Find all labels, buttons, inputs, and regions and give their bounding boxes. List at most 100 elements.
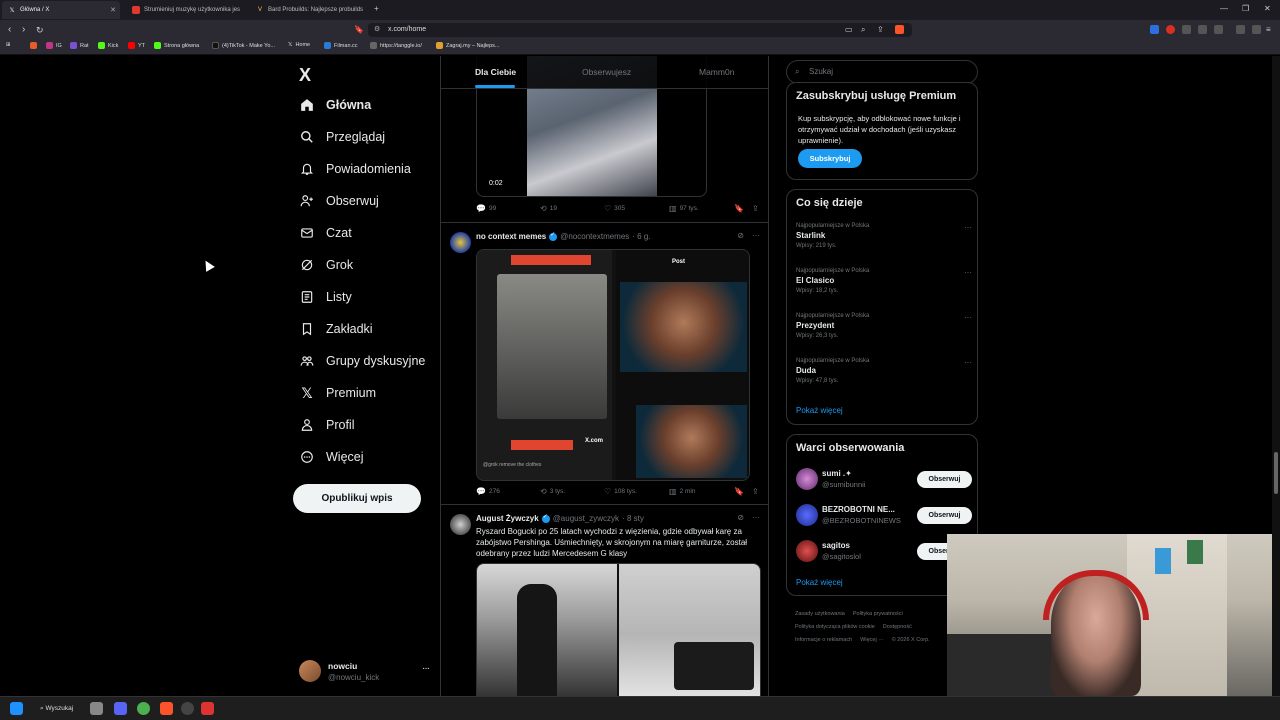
post-media[interactable]: X.com @grok remove the clothes Post — [476, 249, 750, 481]
sidebar-icon[interactable] — [1214, 25, 1223, 34]
address-bar[interactable]: ⚙ x.com/home — [368, 23, 912, 37]
discord-icon[interactable] — [114, 702, 127, 715]
account-switcher[interactable]: nowciu @nowciu_kick ··· — [299, 658, 431, 686]
bookmark-item[interactable]: Zagraj.my – Najleps... — [436, 42, 500, 49]
reply-button[interactable]: 💬 276 — [476, 487, 500, 496]
start-icon[interactable] — [10, 702, 23, 715]
share-icon[interactable]: ⇪ — [877, 24, 884, 36]
author-name[interactable]: August Żywczyk — [476, 514, 539, 523]
close-window-icon[interactable]: ✕ — [1264, 4, 1271, 13]
bookmark-button[interactable]: 🔖 — [734, 487, 744, 496]
record-icon[interactable] — [1166, 25, 1175, 34]
follow-suggestion[interactable]: sagitos @sagitoslol Obserwuj — [796, 538, 972, 566]
chrome-icon[interactable] — [137, 702, 150, 715]
repost-button[interactable]: ⟲ 19 — [540, 204, 557, 213]
scrollbar-thumb[interactable] — [1274, 452, 1278, 494]
more-icon[interactable]: ··· — [964, 268, 972, 277]
brave-shield-icon[interactable] — [895, 25, 904, 34]
sidebar-item-lists[interactable]: Listy — [299, 285, 352, 309]
bookmark-item[interactable]: (4)TikTok - Make Yo... — [212, 42, 275, 49]
search-input[interactable]: ⌕ Szukaj — [786, 60, 978, 84]
post-august-zywczyk[interactable]: August Żywczyk @august_zywczyk · 8 sty ⊘… — [441, 505, 768, 696]
sidebar-item-home[interactable]: Główna — [299, 93, 371, 117]
close-tab-icon[interactable]: ✕ — [110, 6, 116, 14]
avatar[interactable] — [450, 514, 471, 535]
more-icon[interactable]: ··· — [964, 313, 972, 322]
grok-icon[interactable]: ⊘ — [737, 231, 744, 240]
obs-icon[interactable] — [181, 702, 194, 715]
back-icon[interactable]: ‹ — [8, 24, 11, 36]
tab-following[interactable]: Obserwujesz — [582, 67, 631, 77]
bookmark-item[interactable]: 𝕏 Home — [288, 42, 310, 48]
bookmark-item[interactable]: Kick — [98, 42, 118, 49]
page-scrollbar[interactable] — [1272, 56, 1280, 696]
grok-icon[interactable]: ⊘ — [737, 513, 744, 522]
post-media[interactable] — [476, 563, 761, 696]
more-icon[interactable]: ··· — [752, 513, 760, 522]
brave-icon[interactable] — [160, 702, 173, 715]
more-icon[interactable]: ··· — [752, 231, 760, 240]
puzzle-icon[interactable] — [1198, 25, 1207, 34]
browser-tab-probuilds[interactable]: V Bard Probuilds: Najlepsze probuilds — [250, 1, 368, 19]
sidebar-item-follow[interactable]: Obserwuj — [299, 189, 379, 213]
trend-item[interactable]: Najpopularniejsze w Polska Duda Wpisy: 4… — [796, 358, 972, 394]
post-time[interactable]: · 8 sty — [622, 514, 644, 523]
follow-button[interactable]: Obserwuj — [917, 507, 972, 524]
sidebar-item-chat[interactable]: Czat — [299, 221, 352, 245]
footer-link[interactable]: Zasady użytkowania — [795, 611, 845, 617]
footer-link[interactable]: Polityka dotycząca plików cookie — [795, 624, 875, 630]
taskbar-search[interactable]: ⌕ Wyszukaj — [34, 701, 78, 716]
share-button[interactable]: ⇪ — [752, 487, 759, 496]
bookmark-item[interactable]: Rat — [70, 42, 89, 49]
author-handle[interactable]: @august_zywczyk — [553, 514, 619, 523]
reload-icon[interactable]: ↻ — [36, 24, 44, 36]
reply-button[interactable]: 💬 99 — [476, 204, 496, 213]
sidebar-item-premium[interactable]: 𝕏 Premium — [299, 381, 376, 405]
repost-button[interactable]: ⟲ 3 tys. — [540, 487, 565, 496]
browser-tab-music[interactable]: Strumieniuj muzykę użytkownika jes — [126, 1, 244, 19]
menu-icon[interactable]: ≡ — [1266, 24, 1271, 36]
views-button[interactable]: ▥ 97 tys. — [669, 204, 699, 213]
bookmark-page-icon[interactable]: 🔖 — [354, 24, 364, 36]
sidebar-item-explore[interactable]: Przeglądaj — [299, 125, 385, 149]
show-more-suggestions-link[interactable]: Pokaż więcej — [796, 578, 843, 587]
bookmark-item[interactable]: IG — [46, 42, 62, 49]
sidebar-item-notifications[interactable]: Powiadomienia — [299, 157, 411, 181]
avatar[interactable] — [450, 232, 471, 253]
restore-icon[interactable]: ❐ — [1242, 4, 1249, 13]
footer-link[interactable]: Więcej ··· — [860, 637, 884, 643]
tab-mammon[interactable]: Mamm0n — [699, 67, 734, 77]
sidebar-item-more[interactable]: Więcej — [299, 445, 364, 469]
views-button[interactable]: ▥ 2 mln — [669, 487, 695, 496]
post-no-context-memes[interactable]: no context memes @nocontextmemes · 6 g. … — [441, 223, 768, 505]
show-more-trends-link[interactable]: Pokaż więcej — [796, 406, 843, 415]
wallet-icon[interactable] — [1252, 25, 1261, 34]
footer-link[interactable]: Informacje o reklamach — [795, 637, 852, 643]
author-handle[interactable]: @nocontextmemes — [560, 232, 629, 241]
screen-icon[interactable]: ▭ — [845, 24, 853, 36]
share-button[interactable]: ⇪ — [752, 204, 759, 213]
forward-icon[interactable]: › — [22, 24, 25, 36]
sidebar-item-profile[interactable]: Profil — [299, 413, 354, 437]
browser-tab-home[interactable]: 𝕏 Główna / X ✕ — [2, 1, 120, 19]
music-icon[interactable] — [1236, 25, 1245, 34]
footer-link[interactable]: Dostępność — [883, 624, 912, 630]
sidebar-item-bookmarks[interactable]: Zakładki — [299, 317, 373, 341]
more-options-icon[interactable]: ··· — [422, 663, 430, 674]
bookmark-item[interactable]: https://tanggle.io/ — [370, 42, 422, 49]
minimize-icon[interactable]: — — [1220, 4, 1228, 13]
sidebar-item-communities[interactable]: Grupy dyskusyjne — [299, 349, 425, 373]
follow-button[interactable]: Obserwuj — [917, 471, 972, 488]
trend-item[interactable]: Najpopularniejsze w Polska Starlink Wpis… — [796, 223, 972, 259]
author-name[interactable]: no context memes — [476, 232, 546, 241]
more-icon[interactable]: ··· — [964, 358, 972, 367]
apps-icon[interactable]: ⊞ — [6, 42, 11, 48]
publish-post-button[interactable]: Opublikuj wpis — [293, 484, 421, 513]
footer-link[interactable]: Polityka prywatności — [853, 611, 903, 617]
trend-item[interactable]: Najpopularniejsze w Polska Prezydent Wpi… — [796, 313, 972, 349]
like-button[interactable]: ♡ 108 tys. — [604, 487, 637, 496]
bookmark-item[interactable]: YT — [128, 42, 145, 49]
follow-suggestion[interactable]: BEZROBOTNI NE... @BEZROBOTNINEWS Obserwu… — [796, 502, 972, 530]
extension-icon[interactable] — [1182, 25, 1191, 34]
bookmark-item[interactable] — [30, 42, 37, 49]
